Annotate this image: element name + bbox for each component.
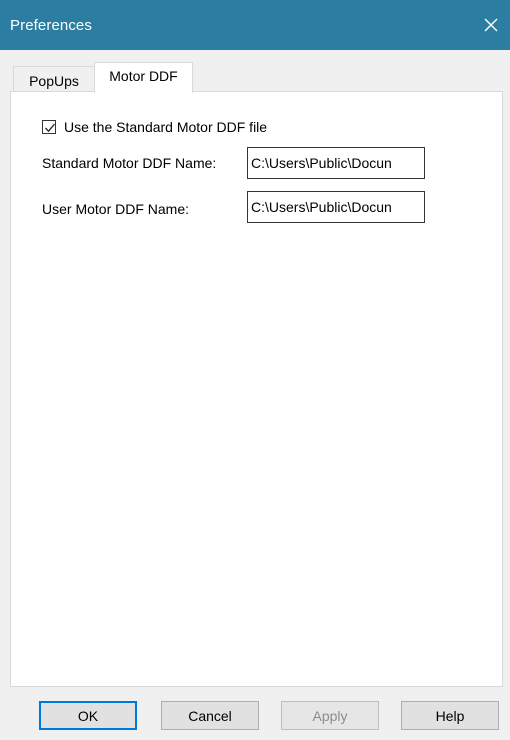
title-bar: Preferences xyxy=(0,0,510,50)
use-standard-checkbox[interactable] xyxy=(42,120,56,134)
checkmark-icon xyxy=(45,123,55,133)
apply-button[interactable]: Apply xyxy=(281,701,379,730)
help-button[interactable]: Help xyxy=(401,701,499,730)
window-title: Preferences xyxy=(10,17,92,34)
close-button[interactable] xyxy=(474,0,510,50)
use-standard-checkbox-label[interactable]: Use the Standard Motor DDF file xyxy=(64,119,267,135)
cancel-button[interactable]: Cancel xyxy=(161,701,259,730)
tab-motor-ddf[interactable]: Motor DDF xyxy=(94,62,193,93)
user-ddf-name-label: User Motor DDF Name: xyxy=(42,201,190,217)
user-ddf-name-input[interactable]: C:\Users\Public\Docun xyxy=(247,191,425,223)
standard-ddf-name-input[interactable]: C:\Users\Public\Docun xyxy=(247,147,425,179)
tab-popups[interactable]: PopUps xyxy=(13,66,95,92)
ok-button[interactable]: OK xyxy=(39,701,137,730)
standard-ddf-name-label: Standard Motor DDF Name: xyxy=(42,155,217,171)
tab-panel-motor-ddf xyxy=(10,91,503,687)
close-icon xyxy=(484,18,498,32)
